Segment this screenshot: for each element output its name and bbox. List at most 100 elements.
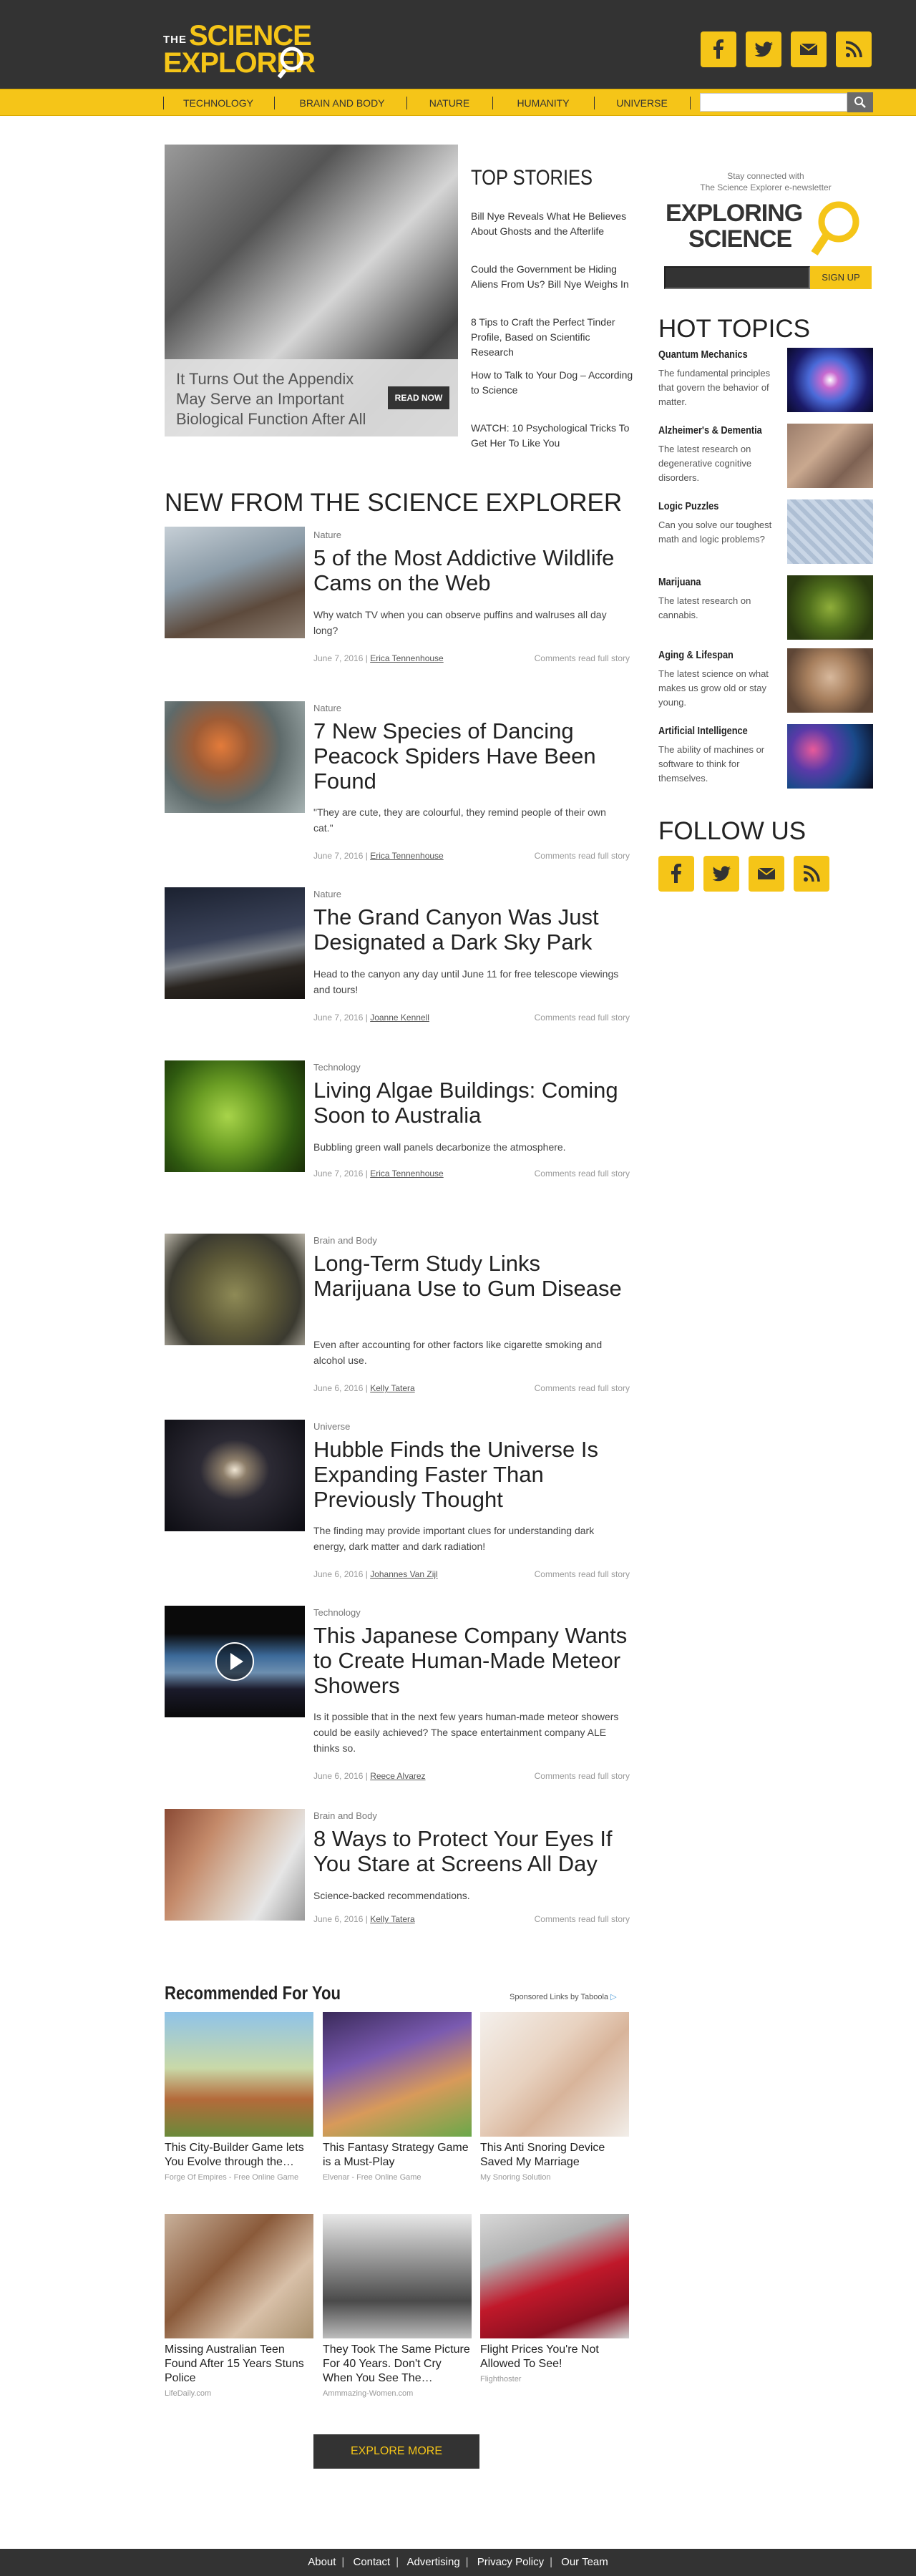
twitter-icon[interactable] — [746, 31, 781, 67]
video-thumbnail[interactable] — [165, 1606, 305, 1717]
article-author[interactable]: Erica Tennenhouse — [370, 851, 444, 861]
article-category[interactable]: Technology — [313, 1062, 361, 1073]
recommended-image[interactable] — [323, 2012, 472, 2137]
recommended-image[interactable] — [480, 2214, 629, 2338]
hot-topic-title[interactable]: Alzheimer's & Dementia — [658, 424, 762, 438]
article-links[interactable]: Comments read full story — [535, 1913, 630, 1925]
article-category[interactable]: Brain and Body — [313, 1235, 377, 1246]
article-category[interactable]: Technology — [313, 1607, 361, 1619]
article-image[interactable] — [165, 1060, 305, 1172]
sponsored-label[interactable]: Sponsored Links by Taboola ▷ — [510, 1992, 617, 2002]
article-title[interactable]: Living Algae Buildings: Coming Soon to A… — [313, 1078, 628, 1128]
article-image[interactable] — [165, 527, 305, 638]
article-author[interactable]: Joanne Kennell — [370, 1013, 429, 1023]
article-links[interactable]: Comments read full story — [535, 1568, 630, 1580]
nav-brain-and-body[interactable]: BRAIN AND BODY — [285, 97, 399, 109]
article-links[interactable]: Comments read full story — [535, 1770, 630, 1782]
hot-topic-image[interactable] — [787, 724, 873, 789]
newsletter-email-input[interactable] — [664, 266, 810, 289]
hot-topic-image[interactable] — [787, 575, 873, 640]
article-image[interactable] — [165, 887, 305, 999]
search-input[interactable] — [700, 93, 847, 112]
article-date: June 7, 2016 | — [313, 653, 371, 663]
mail-icon[interactable] — [749, 856, 784, 892]
hero-feature[interactable]: It Turns Out the Appendix May Serve an I… — [165, 145, 458, 436]
article-author[interactable]: Johannes Van Zijl — [370, 1569, 438, 1579]
article-links[interactable]: Comments read full story — [535, 653, 630, 664]
article-title[interactable]: This Japanese Company Wants to Create Hu… — [313, 1623, 628, 1698]
top-story-link[interactable]: Could the Government be Hiding Aliens Fr… — [471, 262, 635, 292]
article-category[interactable]: Nature — [313, 530, 341, 541]
article-category[interactable]: Nature — [313, 889, 341, 900]
footer-privacy-policy[interactable]: Privacy Policy — [477, 2556, 544, 2568]
recommended-title-link[interactable]: They Took The Same Picture For 40 Years.… — [323, 2343, 474, 2386]
top-story-link[interactable]: 8 Tips to Craft the Perfect Tinder Profi… — [471, 315, 635, 360]
article-links[interactable]: Comments read full story — [535, 1382, 630, 1394]
recommended-title-link[interactable]: Flight Prices You're Not Allowed To See! — [480, 2343, 632, 2371]
nav-nature[interactable]: NATURE — [415, 97, 484, 109]
nav-technology[interactable]: TECHNOLOGY — [172, 97, 265, 109]
article-links[interactable]: Comments read full story — [535, 1168, 630, 1179]
recommended-title-link[interactable]: Missing Australian Teen Found After 15 Y… — [165, 2343, 316, 2386]
top-story-link[interactable]: Bill Nye Reveals What He Believes About … — [471, 209, 635, 239]
facebook-icon[interactable] — [658, 856, 694, 892]
article-image[interactable] — [165, 701, 305, 813]
rss-icon[interactable] — [794, 856, 829, 892]
site-logo[interactable]: THE SCIENCE EXPLORER — [163, 20, 316, 79]
hot-topic-image[interactable] — [787, 499, 873, 564]
hot-topic-title[interactable]: Logic Puzzles — [658, 499, 718, 514]
article-description: Bubbling green wall panels decarbonize t… — [313, 1141, 566, 1153]
hot-topic-title[interactable]: Aging & Lifespan — [658, 648, 734, 663]
rss-icon[interactable] — [836, 31, 872, 67]
top-story-link[interactable]: WATCH: 10 Psychological Tricks To Get He… — [471, 421, 635, 451]
recommended-image[interactable] — [323, 2214, 472, 2338]
recommended-image[interactable] — [480, 2012, 629, 2137]
article-image[interactable] — [165, 1809, 305, 1921]
hot-topic-title[interactable]: Quantum Mechanics — [658, 348, 748, 362]
article-author[interactable]: Kelly Tatera — [370, 1383, 414, 1393]
article-author[interactable]: Kelly Tatera — [370, 1914, 414, 1924]
article-author[interactable]: Erica Tennenhouse — [370, 1169, 444, 1179]
recommended-image[interactable] — [165, 2012, 313, 2137]
recommended-title-link[interactable]: This Anti Snoring Device Saved My Marria… — [480, 2141, 632, 2170]
footer-contact[interactable]: Contact — [354, 2556, 391, 2568]
article-author[interactable]: Reece Alvarez — [370, 1771, 425, 1781]
footer-about[interactable]: About — [308, 2556, 336, 2568]
footer-our-team[interactable]: Our Team — [561, 2556, 608, 2568]
play-icon[interactable] — [215, 1641, 255, 1682]
facebook-icon[interactable] — [701, 31, 736, 67]
top-story-link[interactable]: How to Talk to Your Dog – According to S… — [471, 368, 635, 398]
article-meta: June 7, 2016 | Joanne Kennell Comments re… — [313, 1012, 630, 1023]
article-image[interactable] — [165, 1234, 305, 1345]
search-button[interactable] — [847, 92, 873, 112]
article-title[interactable]: Long-Term Study Links Marijuana Use to G… — [313, 1251, 628, 1301]
nav-humanity[interactable]: HUMANITY — [501, 97, 585, 109]
article-category[interactable]: Universe — [313, 1421, 350, 1433]
article-title[interactable]: 5 of the Most Addictive Wildlife Cams on… — [313, 545, 628, 595]
footer-advertising[interactable]: Advertising — [406, 2556, 459, 2568]
mail-icon[interactable] — [791, 31, 827, 67]
hot-topic-image[interactable] — [787, 648, 873, 713]
hot-topic-title[interactable]: Artificial Intelligence — [658, 724, 748, 738]
article-author[interactable]: Erica Tennenhouse — [370, 653, 444, 663]
twitter-icon[interactable] — [703, 856, 739, 892]
article-category[interactable]: Nature — [313, 703, 341, 714]
article-category[interactable]: Brain and Body — [313, 1810, 377, 1822]
article-title[interactable]: 8 Ways to Protect Your Eyes If You Stare… — [313, 1826, 628, 1876]
read-now-button[interactable]: READ NOW — [388, 386, 449, 409]
hot-topic-image[interactable] — [787, 348, 873, 412]
hot-topic-image[interactable] — [787, 424, 873, 488]
article-links[interactable]: Comments read full story — [535, 1012, 630, 1023]
recommended-image[interactable] — [165, 2214, 313, 2338]
article-title[interactable]: 7 New Species of Dancing Peacock Spiders… — [313, 718, 628, 794]
article-title[interactable]: Hubble Finds the Universe Is Expanding F… — [313, 1437, 628, 1512]
hot-topic-title[interactable]: Marijuana — [658, 575, 701, 590]
recommended-title-link[interactable]: This Fantasy Strategy Game is a Must-Pla… — [323, 2141, 474, 2170]
recommended-title-link[interactable]: This City-Builder Game lets You Evolve t… — [165, 2141, 316, 2170]
article-title[interactable]: The Grand Canyon Was Just Designated a D… — [313, 904, 628, 955]
nav-universe[interactable]: UNIVERSE — [603, 97, 681, 109]
explore-more-button[interactable]: EXPLORE MORE — [313, 2434, 479, 2469]
article-image[interactable] — [165, 1420, 305, 1531]
article-links[interactable]: Comments read full story — [535, 850, 630, 862]
sign-up-button[interactable]: SIGN UP — [810, 266, 872, 289]
